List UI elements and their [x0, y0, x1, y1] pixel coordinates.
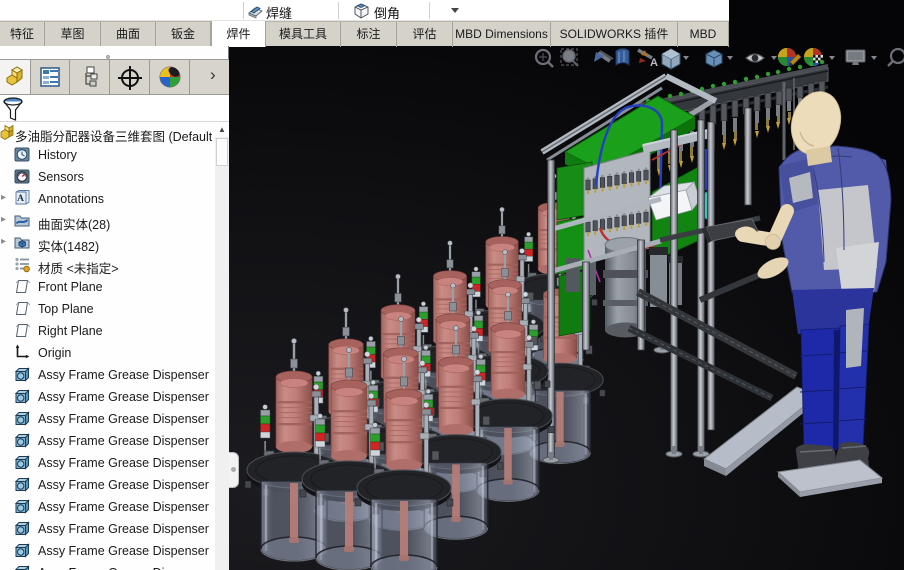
svg-text:A: A	[17, 194, 24, 204]
svg-text:A: A	[650, 57, 658, 69]
